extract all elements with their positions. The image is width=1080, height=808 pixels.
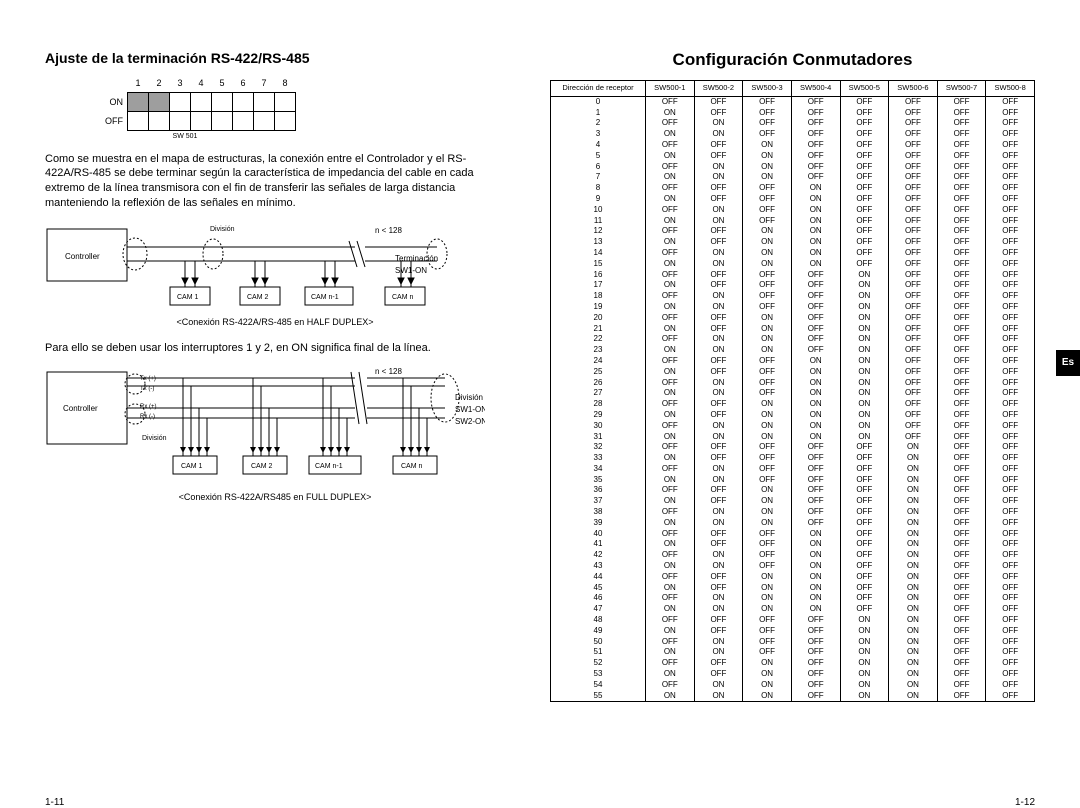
page-number-right: 1-12 (1015, 797, 1035, 808)
left-title: Ajuste de la terminación RS-422/RS-485 (45, 50, 505, 66)
full-duplex-diagram: Controller Tx (+) Tx (-) Rx (+) Rx (-) D… (45, 366, 505, 486)
half-duplex-diagram: Controller División n < 128 Terminación … (45, 221, 505, 311)
svg-text:Rx (-): Rx (-) (140, 414, 155, 420)
dip-switch-diagram: 12 34 56 78 ON OFF SW 501 (95, 74, 505, 140)
page-number-left: 1-11 (45, 797, 64, 808)
svg-text:CAM n: CAM n (401, 463, 423, 470)
language-tab: Es (1056, 350, 1080, 376)
svg-text:CAM 2: CAM 2 (251, 463, 273, 470)
svg-text:División: División (210, 226, 235, 233)
svg-text:CAM 2: CAM 2 (247, 294, 269, 301)
svg-text:Controller: Controller (63, 404, 98, 413)
paragraph-2: Para ello se deben usar los interruptore… (45, 341, 505, 356)
svg-text:División: División (455, 393, 483, 402)
svg-text:Controller: Controller (65, 252, 100, 261)
svg-text:CAM n-1: CAM n-1 (315, 463, 343, 470)
svg-text:CAM n: CAM n (392, 294, 414, 301)
right-title: Configuración Conmutadores (550, 50, 1035, 70)
svg-text:Rx (+): Rx (+) (140, 404, 157, 410)
svg-text:Tx (-): Tx (-) (140, 386, 154, 392)
left-page: Ajuste de la terminación RS-422/RS-485 1… (45, 50, 505, 780)
dip-caption: SW 501 (95, 133, 275, 140)
svg-text:n < 128: n < 128 (375, 367, 402, 376)
svg-text:CAM 1: CAM 1 (181, 463, 203, 470)
dia2-caption: <Conexión RS-422A/RS485 en FULL DUPLEX> (45, 492, 505, 502)
paragraph-1: Como se muestra en el mapa de estructura… (45, 152, 505, 211)
svg-text:SW1-ON: SW1-ON (455, 405, 485, 414)
svg-text:CAM n-1: CAM n-1 (311, 294, 339, 301)
switch-table: Dirección de receptorSW500-1SW500-2SW500… (550, 80, 1035, 702)
dia1-caption: <Conexión RS-422A/RS-485 en HALF DUPLEX> (45, 317, 505, 327)
svg-text:n < 128: n < 128 (375, 226, 402, 235)
right-page: Configuración Conmutadores Dirección de … (550, 50, 1035, 780)
svg-text:CAM 1: CAM 1 (177, 294, 199, 301)
svg-text:SW2-ON: SW2-ON (455, 417, 485, 426)
svg-text:Tx (+): Tx (+) (140, 376, 156, 382)
svg-text:División: División (142, 435, 167, 442)
